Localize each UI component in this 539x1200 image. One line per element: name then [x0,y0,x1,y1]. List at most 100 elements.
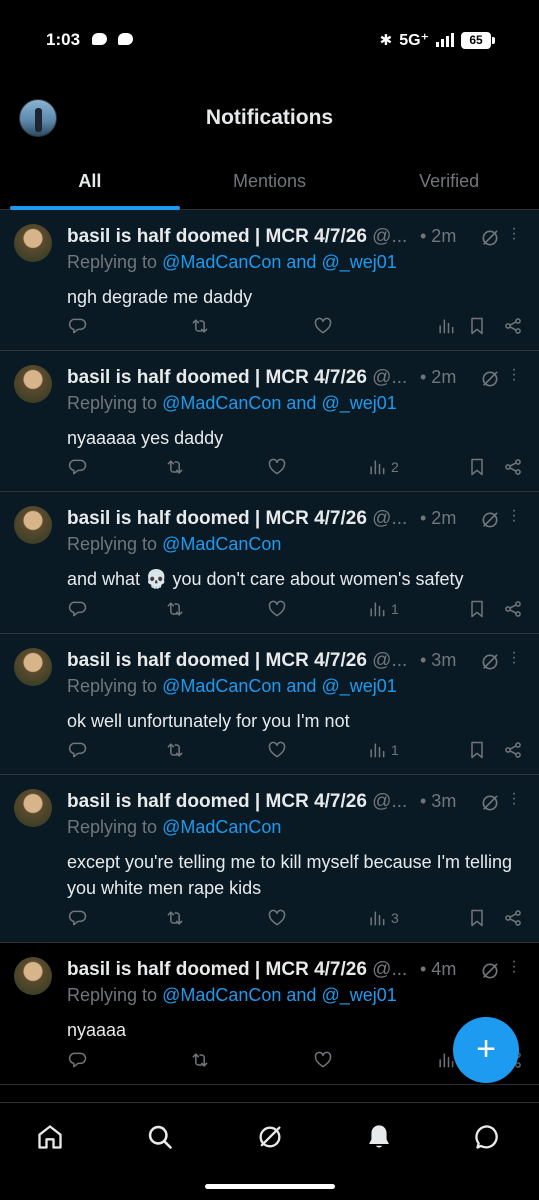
bookmark-icon[interactable] [467,908,487,928]
search-icon[interactable] [146,1123,178,1155]
reply-icon[interactable] [68,1050,88,1070]
avatar[interactable] [14,224,52,262]
bookmark-icon[interactable] [467,599,487,619]
retweet-icon[interactable] [165,908,185,928]
signal-icon [436,33,454,47]
tweet-actions: 3 [0,908,539,932]
grok-icon[interactable] [480,652,500,672]
like-icon[interactable] [313,1050,333,1070]
replying-to: Replying to @MadCanCon and @_wej01 [67,252,397,272]
share-icon[interactable] [503,908,523,928]
avatar[interactable] [14,789,52,827]
views-icon[interactable]: 2 [367,457,399,477]
bookmark-icon[interactable] [467,740,487,760]
retweet-icon[interactable] [190,1050,210,1070]
reply-icon[interactable] [68,599,88,619]
grok-icon[interactable] [480,793,500,813]
status-indicators: ✱ 5G⁺ 65 [380,30,495,50]
retweet-icon[interactable] [165,599,185,619]
tweet-row[interactable]: basil is half doomed | MCR 4/7/26 @... •… [0,492,539,634]
avatar[interactable] [14,648,52,686]
views-icon[interactable] [436,316,460,336]
notifications-icon[interactable] [365,1123,397,1155]
author-name[interactable]: basil is half doomed | MCR 4/7/26 @... [67,508,407,530]
like-icon[interactable] [267,599,287,619]
share-icon[interactable] [503,740,523,760]
share-icon[interactable] [503,316,523,336]
compose-button[interactable]: + [453,1017,519,1083]
tweet-row[interactable]: basil is half doomed | MCR 4/7/26 @... •… [0,351,539,492]
tweet-text: except you're telling me to kill myself … [67,852,513,898]
home-indicator[interactable] [205,1184,335,1189]
mention-link[interactable]: @MadCanCon and @_wej01 [162,676,397,696]
reply-icon[interactable] [68,740,88,760]
tab-verified[interactable]: Verified [359,160,539,209]
share-icon[interactable] [503,457,523,477]
mention-link[interactable]: @MadCanCon and @_wej01 [162,985,397,1005]
views-icon[interactable]: 1 [367,599,399,619]
tweet-time: • 2m [420,226,457,246]
retweet-icon[interactable] [165,740,185,760]
chat-notification-icon [92,33,107,45]
grok-icon[interactable] [480,961,500,981]
mention-link[interactable]: @MadCanCon and @_wej01 [162,252,397,272]
tweet-time: • 3m [420,791,457,811]
author-handle: @... [372,791,408,812]
page-title: Notifications [205,106,334,129]
reply-icon[interactable] [68,457,88,477]
grok-icon[interactable] [480,510,500,530]
tweet-row[interactable]: basil is half doomed | MCR 4/7/26 @... •… [0,775,539,943]
tab-mentions[interactable]: Mentions [180,160,360,209]
more-options-icon[interactable]: · · · [510,645,518,671]
home-icon[interactable] [36,1123,68,1155]
author-name[interactable]: basil is half doomed | MCR 4/7/26 @... [67,226,407,248]
tweet-actions: 2 [0,457,539,481]
messages-icon[interactable] [474,1123,506,1155]
replying-to: Replying to @MadCanCon and @_wej01 [67,985,397,1005]
bookmark-icon[interactable] [467,457,487,477]
like-icon[interactable] [267,457,287,477]
battery-level: 65 [461,31,491,49]
avatar[interactable] [14,365,52,403]
author-name[interactable]: basil is half doomed | MCR 4/7/26 @... [67,367,407,389]
more-options-icon[interactable]: · · · [510,503,518,529]
status-time: 1:03 [46,30,81,49]
mention-link[interactable]: @MadCanCon [162,817,281,837]
author-name[interactable]: basil is half doomed | MCR 4/7/26 @... [67,791,407,813]
grok-icon[interactable] [480,369,500,389]
battery-icon: 65 [461,31,495,49]
more-options-icon[interactable]: · · · [510,786,518,812]
reply-icon[interactable] [68,908,88,928]
mention-link[interactable]: @MadCanCon and @_wej01 [162,393,397,413]
retweet-icon[interactable] [165,457,185,477]
tweet-text: ngh degrade me daddy [67,287,253,307]
chat-notification-icon [118,33,133,45]
share-icon[interactable] [503,599,523,619]
tweet-actions [0,316,539,340]
author-handle: @... [372,959,408,980]
bookmark-icon[interactable] [467,316,487,336]
avatar[interactable] [14,506,52,544]
more-options-icon[interactable]: · · · [510,362,518,388]
grok-icon[interactable] [256,1123,288,1155]
like-icon[interactable] [313,316,333,336]
more-options-icon[interactable]: · · · [510,221,518,247]
more-options-icon[interactable]: · · · [510,954,518,980]
tweet-row[interactable]: basil is half doomed | MCR 4/7/26 @... •… [0,634,539,775]
tweet-row[interactable]: basil is half doomed | MCR 4/7/26 @... •… [0,210,539,351]
views-icon[interactable]: 1 [367,740,399,760]
grok-icon[interactable] [480,228,500,248]
mention-link[interactable]: @MadCanCon [162,534,281,554]
notification-tabs: All Mentions Verified [0,160,539,210]
tweet-time: • 3m [420,650,457,670]
tab-all[interactable]: All [0,160,180,210]
avatar[interactable] [14,957,52,995]
author-name[interactable]: basil is half doomed | MCR 4/7/26 @... [67,959,407,981]
author-name[interactable]: basil is half doomed | MCR 4/7/26 @... [67,650,407,672]
like-icon[interactable] [267,740,287,760]
retweet-icon[interactable] [190,316,210,336]
reply-icon[interactable] [68,316,88,336]
views-icon[interactable]: 3 [367,908,399,928]
like-icon[interactable] [267,908,287,928]
tweet-time: • 4m [420,959,457,979]
